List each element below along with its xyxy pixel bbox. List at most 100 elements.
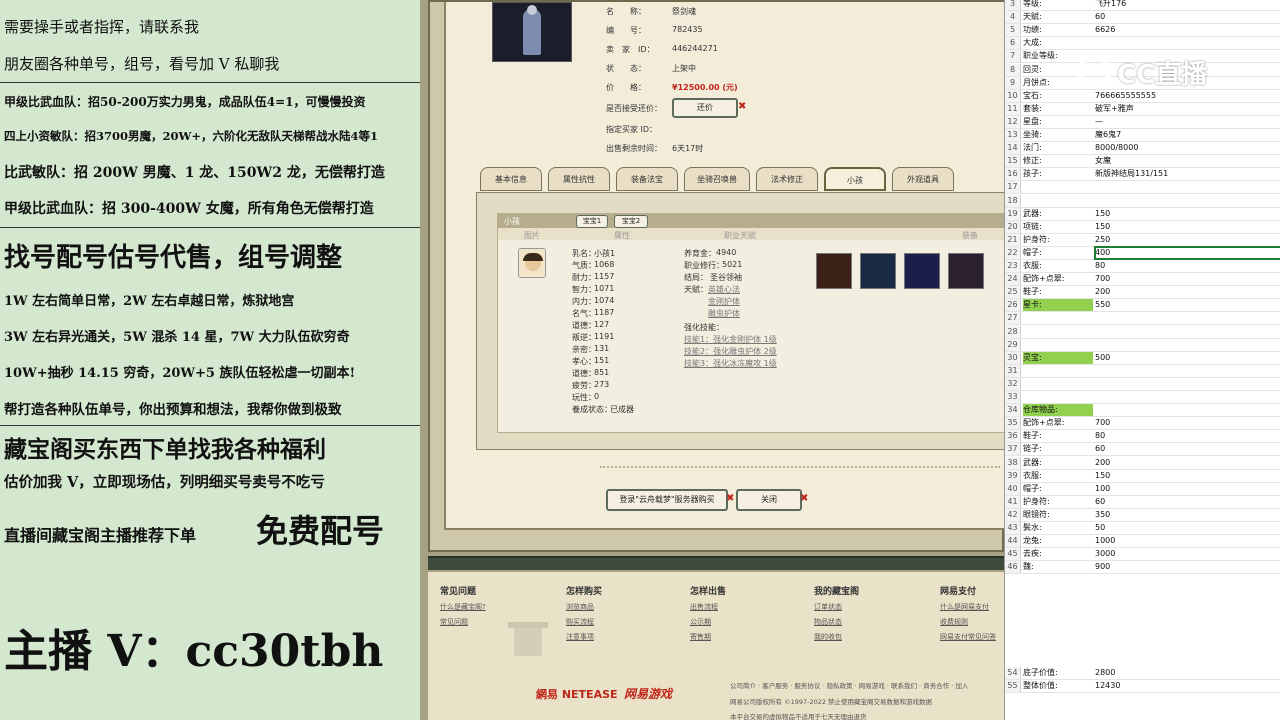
sheet-row[interactable]: 3 等级: 飞升176: [1005, 0, 1280, 11]
sheet-cell-label[interactable]: 鞋子:: [1023, 286, 1093, 298]
sheet-row[interactable]: 12 星盘: —: [1005, 115, 1280, 129]
skill-link[interactable]: 技能2：强化雕虫护体 2级: [684, 346, 777, 357]
sheet-cell-value[interactable]: 3000: [1095, 548, 1280, 560]
sheet-row[interactable]: 44 龙兔: 1000: [1005, 535, 1280, 549]
footer-link[interactable]: 常见问题: [440, 617, 468, 627]
talent-link[interactable]: 金刚护体: [708, 296, 740, 307]
sheet-cell-label[interactable]: 法门:: [1023, 142, 1093, 154]
sheet-cell-value[interactable]: 女魔: [1095, 155, 1280, 167]
sheet-cell-label[interactable]: 配饰+点翠:: [1023, 417, 1093, 429]
sheet-cell-label[interactable]: 孩子:: [1023, 168, 1093, 180]
sheet-cell-label[interactable]: 配饰+点翠:: [1023, 273, 1093, 285]
sheet-row[interactable]: 39 衣服: 150: [1005, 469, 1280, 483]
tab-mounts-pets[interactable]: 坐骑召唤兽: [684, 167, 750, 191]
talent-link[interactable]: 雕虫护体: [708, 308, 740, 319]
sheet-cell-label[interactable]: 护身符:: [1023, 496, 1093, 508]
login-buy-button[interactable]: 登录"云舟载梦"服务器购买: [606, 489, 728, 511]
sheet-cell-value[interactable]: 550: [1095, 299, 1280, 311]
sheet-row[interactable]: 14 法门: 8000/8000: [1005, 142, 1280, 156]
sheet-cell-value[interactable]: 400: [1094, 245, 1280, 260]
sheet-cell-label[interactable]: 链子:: [1023, 443, 1093, 455]
skill-link[interactable]: 技能3：强化冰冻魔攻 1级: [684, 358, 777, 369]
sheet-row[interactable]: 19 武器: 150: [1005, 207, 1280, 221]
footer-link[interactable]: 网易支付常见问答: [940, 632, 996, 642]
subtab-baby-1[interactable]: 宝宝1: [576, 215, 608, 228]
sheet-row[interactable]: 11 套装: 破军+雅声: [1005, 102, 1280, 116]
footer-link[interactable]: 寄售期: [690, 632, 711, 642]
footer-link[interactable]: 出售流程: [690, 602, 718, 612]
sheet-cell-value[interactable]: 100: [1095, 483, 1280, 495]
sheet-cell-label[interactable]: 鞋子:: [1023, 430, 1093, 442]
sheet-cell-value[interactable]: 12430: [1095, 680, 1280, 692]
tab-child[interactable]: 小孩: [824, 167, 886, 191]
sheet-cell-value[interactable]: 150: [1095, 221, 1280, 233]
tab-appearance[interactable]: 外观道具: [892, 167, 954, 191]
sheet-cell-value[interactable]: 250: [1095, 234, 1280, 246]
close-button[interactable]: 关闭: [736, 489, 802, 511]
sheet-cell-label[interactable]: 仓库物品:: [1023, 404, 1093, 417]
sheet-cell-label[interactable]: 龙兔:: [1023, 535, 1093, 547]
sheet-row[interactable]: 16 孩子: 新版神结局131/151: [1005, 168, 1280, 182]
sheet-row[interactable]: 32: [1005, 377, 1280, 391]
sheet-row[interactable]: 36 鞋子: 80: [1005, 430, 1280, 444]
sheet-cell-value[interactable]: 60: [1095, 443, 1280, 455]
subtab-baby-2[interactable]: 宝宝2: [614, 215, 648, 228]
sheet-cell-label[interactable]: 帽子:: [1023, 483, 1093, 495]
sheet-row[interactable]: 54 底子价值: 2800: [1005, 667, 1280, 680]
sheet-cell-value[interactable]: 6626: [1095, 24, 1280, 36]
footer-link[interactable]: 注意事项: [566, 632, 594, 642]
sheet-cell-label[interactable]: 大成:: [1023, 37, 1093, 49]
footer-link[interactable]: 我的收包: [814, 632, 842, 642]
sheet-cell-value[interactable]: 60: [1095, 496, 1280, 508]
sheet-row[interactable]: 43 鬓水: 50: [1005, 522, 1280, 535]
footer-link[interactable]: 什么是藏宝阁?: [440, 602, 486, 612]
sheet-row[interactable]: 22 帽子: 400: [1005, 245, 1280, 260]
sheet-row[interactable]: 40 帽子: 100: [1005, 482, 1280, 496]
sheet-row[interactable]: 18: [1005, 194, 1280, 208]
sheet-cell-label[interactable]: 项链:: [1023, 221, 1093, 233]
sheet-row[interactable]: 21 护身符: 250: [1005, 233, 1280, 247]
sheet-row[interactable]: 27: [1005, 312, 1280, 326]
sheet-row[interactable]: 5 功绩: 6626: [1005, 24, 1280, 38]
sheet-cell-label[interactable]: 底子价值:: [1023, 667, 1093, 679]
sheet-row[interactable]: 45 去疾: 3000: [1005, 548, 1280, 562]
sheet-cell-label[interactable]: 功绩:: [1023, 24, 1093, 36]
sheet-cell-value[interactable]: 飞升176: [1095, 0, 1280, 10]
sheet-row[interactable]: 29: [1005, 338, 1280, 352]
sheet-cell-value[interactable]: 新版神结局131/151: [1095, 168, 1280, 180]
sheet-cell-value[interactable]: 2800: [1095, 667, 1280, 679]
footer-link[interactable]: 订单状态: [814, 602, 842, 612]
sheet-cell-value[interactable]: 500: [1095, 352, 1280, 364]
sheet-cell-value[interactable]: 1000: [1095, 535, 1280, 547]
footer-link[interactable]: 什么是网易支付: [940, 602, 989, 612]
sheet-row[interactable]: 46 魏: 900: [1005, 561, 1280, 575]
sheet-row[interactable]: 30 灵宝: 500: [1005, 351, 1280, 365]
sheet-cell-label[interactable]: 衣服:: [1023, 260, 1093, 272]
sheet-row[interactable]: 24 配饰+点翠: 700: [1005, 273, 1280, 287]
sheet-cell-value[interactable]: 80: [1095, 260, 1280, 272]
footer-link[interactable]: 浏览商品: [566, 602, 594, 612]
sheet-row[interactable]: 55 整体价值: 12430: [1005, 680, 1280, 694]
sheet-cell-label[interactable]: 灵宝:: [1023, 351, 1093, 364]
sheet-row[interactable]: 15 修正: 女魔: [1005, 155, 1280, 169]
sheet-cell-label[interactable]: 魏:: [1023, 561, 1093, 573]
sheet-cell-value[interactable]: 700: [1095, 273, 1280, 285]
sheet-cell-label[interactable]: 等级:: [1023, 0, 1093, 10]
footer-link[interactable]: 收费规则: [940, 617, 968, 627]
sheet-cell-label[interactable]: 鬓水:: [1023, 522, 1093, 534]
sheet-cell-label[interactable]: 坐骑:: [1023, 129, 1093, 141]
sheet-row[interactable]: 28: [1005, 325, 1280, 339]
sheet-row[interactable]: 34 仓库物品:: [1005, 404, 1280, 418]
sheet-cell-value[interactable]: 200: [1095, 286, 1280, 298]
sheet-cell-value[interactable]: 60: [1095, 11, 1280, 23]
footer-link[interactable]: 购买流程: [566, 617, 594, 627]
sheet-row[interactable]: 31: [1005, 364, 1280, 378]
sheet-row[interactable]: 33: [1005, 391, 1280, 404]
sheet-row[interactable]: 4 天赋: 60: [1005, 11, 1280, 25]
sheet-cell-value[interactable]: 350: [1095, 509, 1280, 521]
tab-attributes[interactable]: 属性抗性: [548, 167, 610, 191]
talent-link[interactable]: 英雄心法: [708, 284, 740, 295]
sheet-cell-label[interactable]: 武器:: [1023, 457, 1093, 469]
footer-link[interactable]: 物品状态: [814, 617, 842, 627]
sheet-cell-label[interactable]: 武器:: [1023, 208, 1093, 220]
